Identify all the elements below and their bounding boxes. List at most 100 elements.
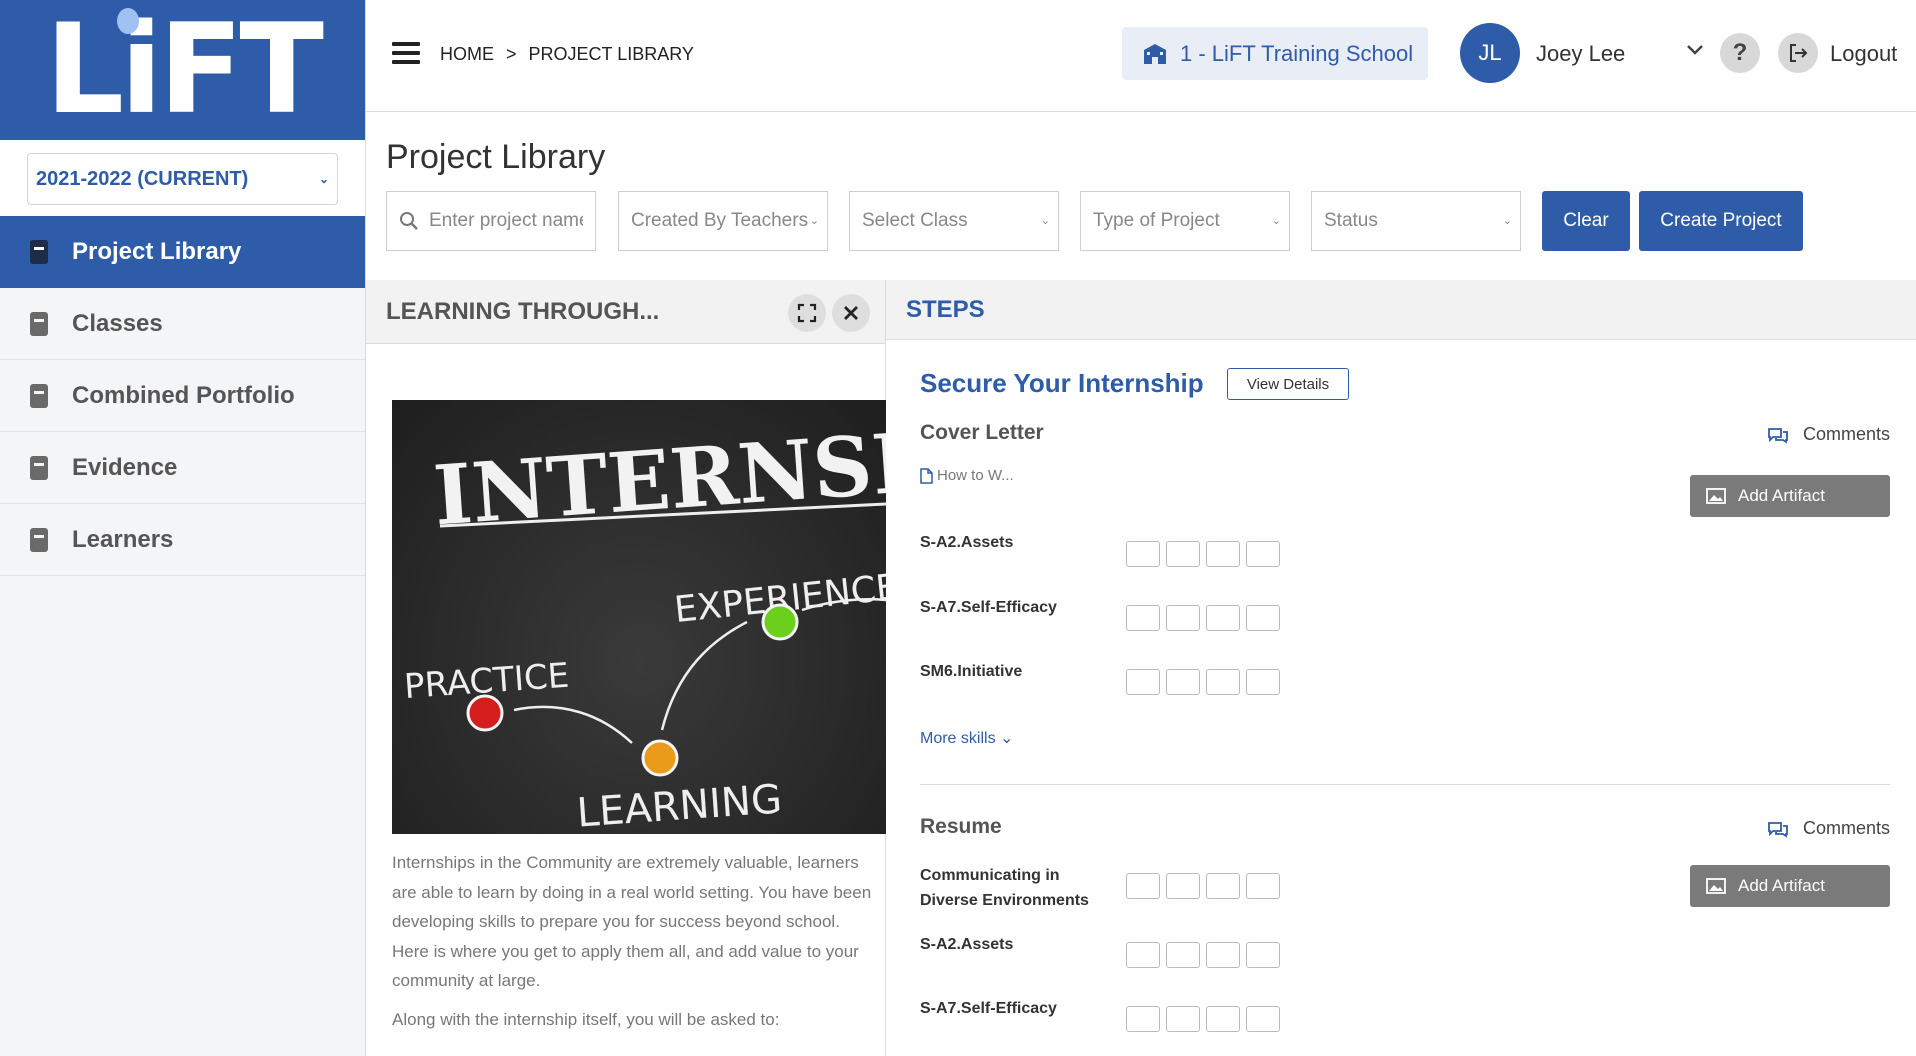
project-description: Internships in the Community are extreme… — [392, 853, 872, 990]
help-button[interactable]: ? — [1720, 33, 1760, 73]
add-artifact-label: Add Artifact — [1738, 876, 1825, 895]
search-input[interactable] — [429, 210, 583, 232]
steps-panel: STEPS Secure Your Internship View Detail… — [886, 280, 1916, 1056]
expand-icon[interactable] — [788, 294, 826, 332]
school-year-select[interactable]: 2021-2022 (CURRENT) ⌄ — [27, 153, 338, 205]
section-title: Resume — [920, 815, 1002, 838]
project-description-continued: Along with the internship itself, you wi… — [392, 1010, 780, 1029]
chevron-down-icon: ⌄ — [1000, 730, 1014, 747]
menu-icon[interactable] — [392, 42, 420, 64]
logo-text: LiFT — [45, 0, 324, 142]
skill-name: S-A7.Self-Efficacy — [920, 599, 1057, 616]
book-icon — [30, 527, 48, 552]
project-detail-panel: LEARNING THROUGH... INTERNSHIP EXPERIENC… — [366, 280, 886, 1056]
sidebar-item-project-library[interactable]: Project Library — [0, 216, 365, 288]
project-title: LEARNING THROUGH... — [386, 297, 660, 325]
resource-link-label: How to W... — [937, 467, 1014, 484]
sidebar-item-label: Learners — [72, 525, 174, 553]
project-panel-header: LEARNING THROUGH... — [366, 280, 885, 344]
avatar[interactable]: JL — [1460, 23, 1520, 83]
skill-name: S-A2.Assets — [920, 936, 1014, 953]
chevron-down-icon: ⌄ — [318, 172, 329, 186]
class-value: Select Class — [862, 210, 968, 231]
skill-rating-boxes[interactable] — [1126, 669, 1280, 695]
sidebar-item-evidence[interactable]: Evidence — [0, 432, 365, 504]
logout-icon[interactable] — [1778, 33, 1818, 73]
school-name: 1 - LiFT Training School — [1180, 40, 1414, 66]
comments-icon — [1768, 821, 1788, 838]
user-name[interactable]: Joey Lee — [1536, 41, 1625, 67]
sidebar-item-classes[interactable]: Classes — [0, 288, 365, 360]
create-project-button[interactable]: Create Project — [1639, 191, 1803, 251]
sidebar-item-label: Combined Portfolio — [72, 381, 295, 409]
skill-name: SM6.Initiative — [920, 663, 1023, 680]
project-type-select[interactable]: Type of Project ⌄ — [1080, 191, 1290, 251]
open-book-icon — [30, 311, 48, 336]
sidebar-item-label: Project Library — [72, 238, 242, 265]
book-icon — [30, 383, 48, 408]
clear-button[interactable]: Clear — [1542, 191, 1630, 251]
step-title: Secure Your Internship — [920, 368, 1204, 398]
image-word-learning: LEARNING — [575, 776, 783, 834]
document-icon — [920, 467, 933, 484]
project-search-field[interactable] — [386, 191, 596, 251]
created-by-select[interactable]: Created By Teachers ⌄ — [618, 191, 828, 251]
steps-header: STEPS — [886, 280, 1916, 340]
skill-rating-boxes[interactable] — [1126, 942, 1280, 968]
close-icon[interactable] — [832, 294, 870, 332]
logo[interactable]: LiFT — [0, 0, 365, 140]
status-value: Status — [1324, 210, 1378, 231]
view-details-button[interactable]: View Details — [1227, 368, 1349, 400]
skill-rating-boxes[interactable] — [1126, 541, 1280, 567]
comments-icon — [1768, 427, 1788, 444]
project-type-value: Type of Project — [1093, 210, 1220, 231]
skill-name: Communicating in Diverse Environments — [920, 867, 1089, 909]
breadcrumb-current: PROJECT LIBRARY — [528, 44, 694, 64]
skill-name: S-A2.Assets — [920, 534, 1014, 551]
skill-name: S-A7.Self-Efficacy — [920, 1000, 1057, 1017]
sidebar-item-learners[interactable]: Learners — [0, 504, 365, 576]
breadcrumb-home[interactable]: HOME — [440, 44, 494, 65]
section-title: Cover Letter — [920, 421, 1044, 444]
add-artifact-label: Add Artifact — [1738, 486, 1825, 505]
project-image: INTERNSHIP EXPERIENCE PRACTICE LEARNING — [392, 400, 886, 834]
chevron-down-icon: ⌄ — [1502, 215, 1512, 227]
chevron-down-icon: ⌄ — [809, 215, 819, 227]
chevron-down-icon: ⌄ — [1040, 215, 1050, 227]
comments-link[interactable]: Comments — [1767, 818, 1890, 839]
more-skills-label: More skills — [920, 730, 996, 747]
book-icon — [30, 240, 48, 264]
skill-rating-boxes[interactable] — [1126, 873, 1280, 899]
section-divider — [920, 784, 1890, 785]
school-selector[interactable]: 1 - LiFT Training School — [1122, 27, 1428, 80]
breadcrumb: HOME > PROJECT LIBRARY — [440, 44, 694, 65]
breadcrumb-separator: > — [506, 44, 517, 64]
image-icon — [1706, 488, 1726, 504]
sidebar-item-label: Classes — [72, 309, 163, 337]
school-year-value: 2021-2022 (CURRENT) — [36, 167, 249, 190]
comments-link[interactable]: Comments — [1767, 424, 1890, 445]
logo-dot — [117, 8, 139, 34]
more-skills-link[interactable]: More skills ⌄ — [920, 728, 1013, 748]
add-artifact-button[interactable]: Add Artifact — [1690, 475, 1890, 517]
logout-button[interactable]: Logout — [1830, 41, 1897, 67]
comments-label: Comments — [1802, 818, 1890, 838]
search-icon — [400, 212, 418, 230]
comments-label: Comments — [1802, 424, 1890, 444]
chevron-down-icon[interactable] — [1682, 36, 1708, 62]
status-select[interactable]: Status ⌄ — [1311, 191, 1521, 251]
sidebar-item-label: Evidence — [72, 453, 178, 481]
page-title: Project Library — [386, 138, 606, 176]
add-artifact-button[interactable]: Add Artifact — [1690, 865, 1890, 907]
chevron-down-icon: ⌄ — [1271, 215, 1281, 227]
class-select[interactable]: Select Class ⌄ — [849, 191, 1059, 251]
image-icon — [1706, 878, 1726, 894]
skill-rating-boxes[interactable] — [1126, 1006, 1280, 1032]
resource-link[interactable]: How to W... — [920, 467, 1014, 484]
skill-rating-boxes[interactable] — [1126, 605, 1280, 631]
created-by-value: Created By Teachers — [631, 210, 809, 231]
top-bar: HOME > PROJECT LIBRARY 1 - LiFT Training… — [366, 0, 1916, 112]
sidebar-item-combined-portfolio[interactable]: Combined Portfolio — [0, 360, 365, 432]
school-icon — [1144, 43, 1166, 64]
sidebar: LiFT 2021-2022 (CURRENT) ⌄ Project Libra… — [0, 0, 366, 1056]
